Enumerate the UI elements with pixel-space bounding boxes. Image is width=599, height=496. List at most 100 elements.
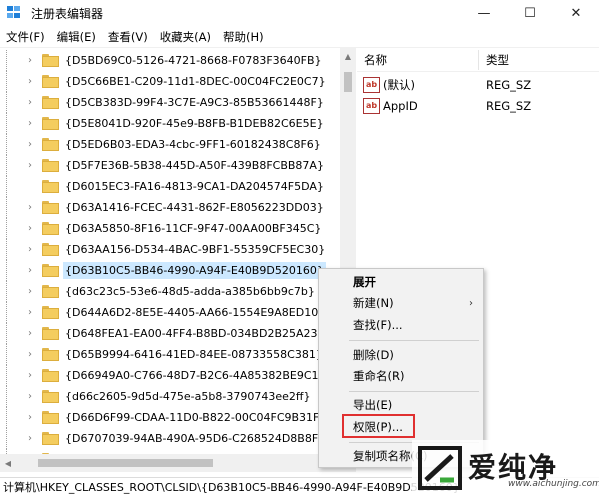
ctx-find[interactable]: 查找(F)... [319,314,483,336]
expand-chevron-icon[interactable]: › [24,92,36,113]
folder-icon [42,138,59,151]
expand-chevron-icon[interactable]: › [24,218,36,239]
tree-item[interactable]: › {D5BD69C0-5126-4721-8668-F0783F3640FB} [0,50,340,71]
tree-item-label: {D65B9994-6416-41ED-84EE-08733558C381} [65,348,323,361]
ctx-new[interactable]: 新建(N) › [319,292,483,314]
tree-hscroll-thumb[interactable] [38,459,213,467]
tree-item-label: {D6707039-94AB-490A-95D6-C268524D8B8F} [65,432,326,445]
tree-item[interactable]: {D6015EC3-FA16-4813-9CA1-DA204574F5DA} [0,176,340,197]
value-name: (默认) [383,78,415,92]
tree-item-label: {D66D6F99-CDAA-11D0-B822-00C04FC9B31F} [65,411,327,424]
tree-item[interactable]: › {D5F7E36B-5B38-445D-A50F-439B8FCBB87A} [0,155,340,176]
expand-chevron-icon[interactable]: › [24,113,36,134]
ctx-separator [349,340,479,341]
expand-chevron-icon[interactable]: › [24,386,36,407]
tree-item[interactable]: › {D648FEA1-EA00-4FF4-B8BD-034BD2B25A23} [0,323,340,344]
menu-view[interactable]: 查看(V) [108,29,148,45]
tree-item[interactable]: › {D63AA156-D534-4BAC-9BF1-55359CF5EC30} [0,239,340,260]
expand-chevron-icon[interactable]: › [24,134,36,155]
tree-item[interactable]: › {D63A5850-8F16-11CF-9F47-00AA00BF345C} [0,218,340,239]
menu-favorites[interactable]: 收藏夹(A) [160,29,211,45]
tree-item-label: {D66949A0-C766-48D7-B2C6-4A85382BE9C1} [65,369,326,382]
folder-icon [42,75,59,88]
tree-item[interactable]: › {d66c2605-9d5d-475e-a5b8-3790743ee2ff} [0,386,340,407]
folder-icon [42,306,59,319]
watermark-logo-icon [418,446,462,490]
tree-item-label: {D6015EC3-FA16-4813-9CA1-DA204574F5DA} [65,180,324,193]
expand-chevron-icon[interactable]: › [24,50,36,71]
folder-icon [42,243,59,256]
tree-item[interactable]: › {D63A1416-FCEC-4431-862F-E8056223DD03} [0,197,340,218]
tree-guide-line [6,302,7,323]
tree-item[interactable]: › {D6707039-94AB-490A-95D6-C268524D8B8F} [0,428,340,449]
maximize-button[interactable]: ☐ [507,0,553,26]
ctx-rename[interactable]: 重命名(R) [319,365,483,387]
tree-item[interactable]: › {d63c23c5-53e6-48d5-adda-a385b6bb9c7b} [0,281,340,302]
window-title: 注册表编辑器 [31,6,104,21]
tree-item[interactable]: › {D65B9994-6416-41ED-84EE-08733558C381} [0,344,340,365]
expand-chevron-icon[interactable]: › [24,239,36,260]
tree-guide-line [6,92,7,113]
ctx-expand[interactable]: 展开 [319,271,483,293]
tree-guide-line [6,155,7,176]
tree-item[interactable]: › {D5CB383D-99F4-3C7E-A9C3-85B53661448F} [0,92,340,113]
column-header-type[interactable]: 类型 [486,52,509,68]
expand-chevron-icon[interactable]: › [24,281,36,302]
ctx-delete[interactable]: 删除(D) [319,344,483,366]
folder-icon [42,54,59,67]
expand-chevron-icon[interactable]: › [24,155,36,176]
expand-chevron-icon[interactable]: › [24,197,36,218]
tree-horizontal-scrollbar[interactable]: ◀ ▶ [0,454,356,472]
tree-item[interactable]: › {D5C66BE1-C209-11d1-8DEC-00C04FC2E0C7} [0,71,340,92]
menu-file[interactable]: 文件(F) [6,29,45,45]
expand-chevron-icon[interactable]: › [24,407,36,428]
value-row[interactable]: ab AppID REG_SZ [357,96,599,116]
scroll-up-arrow-icon[interactable]: ▲ [340,48,356,64]
title-bar: 注册表编辑器 — ☐ ✕ [0,0,599,26]
expand-chevron-icon[interactable]: › [24,428,36,449]
tree-item[interactable]: › {D66949A0-C766-48D7-B2C6-4A85382BE9C1} [0,365,340,386]
tree-vscroll-thumb[interactable] [344,72,352,92]
tree-guide-line [6,239,7,260]
tree-item[interactable]: › {D66D6F99-CDAA-11D0-B822-00C04FC9B31F} [0,407,340,428]
ctx-new-label: 新建(N) [353,296,394,310]
tree-guide-line [6,218,7,239]
expand-chevron-icon[interactable]: › [24,260,36,281]
ctx-export[interactable]: 导出(E) [319,394,483,416]
folder-icon [42,369,59,382]
folder-icon [42,222,59,235]
tree-item-label: {D5BD69C0-5126-4721-8668-F0783F3640FB} [65,54,322,67]
tree-item[interactable]: › {D63B10C5-BB46-4990-A94F-E40B9D520160} [0,260,340,281]
column-separator[interactable] [478,50,479,70]
context-menu: 展开 新建(N) › 查找(F)... 删除(D) 重命名(R) 导出(E) 权… [318,268,484,468]
ctx-export-label: 导出(E) [353,398,393,412]
tree-guide-line [6,113,7,134]
scroll-left-arrow-icon[interactable]: ◀ [0,454,16,472]
tree-guide-line [6,344,7,365]
expand-chevron-icon[interactable]: › [24,302,36,323]
expand-chevron-icon[interactable]: › [24,323,36,344]
menu-help[interactable]: 帮助(H) [223,29,264,45]
close-button[interactable]: ✕ [553,0,599,26]
column-header-name[interactable]: 名称 [364,52,387,68]
tree-guide-line [6,386,7,407]
tree-item[interactable]: › {D5E8041D-920F-45e9-B8FB-B1DEB82C6E5E} [0,113,340,134]
watermark-url: www.aichunjing.com [508,479,599,489]
expand-chevron-icon[interactable]: › [24,71,36,92]
folder-icon [42,159,59,172]
expand-chevron-icon[interactable]: › [24,344,36,365]
value-row[interactable]: ab (默认) REG_SZ [357,75,599,95]
expand-chevron-icon[interactable]: › [24,365,36,386]
tree-item-label: {D644A6D2-8E5E-4405-AA66-1554E9A8ED10} [65,306,326,319]
registry-tree[interactable]: › {D5BD69C0-5126-4721-8668-F0783F3640FB} ›… [0,48,356,454]
folder-icon [42,432,59,445]
tree-guide-line [6,260,7,281]
ctx-separator [349,391,479,392]
folder-icon [42,96,59,109]
minimize-button[interactable]: — [461,0,507,26]
ctx-delete-label: 删除(D) [353,348,394,362]
tree-item[interactable]: › {D5ED6B03-EDA3-4cbc-9FF1-60182438C8F6} [0,134,340,155]
tree-guide-line [6,323,7,344]
tree-item[interactable]: › {D644A6D2-8E5E-4405-AA66-1554E9A8ED10} [0,302,340,323]
menu-edit[interactable]: 编辑(E) [57,29,96,45]
